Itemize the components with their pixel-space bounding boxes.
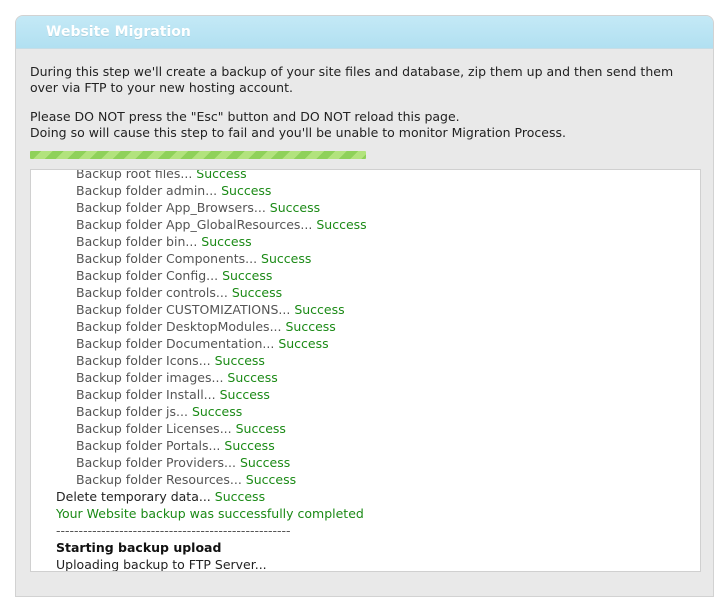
log-line: Delete temporary data... Success	[31, 488, 700, 505]
log-line-status: Success	[222, 268, 273, 283]
log-line-status: Success	[224, 438, 275, 453]
log-line-label: Backup folder DesktopModules...	[76, 319, 282, 334]
log-line: Backup folder controls... Success	[31, 284, 700, 301]
upload-status: Uploading backup to FTP Server...	[56, 557, 267, 572]
log-line: Backup folder App_Browsers... Success	[31, 199, 700, 216]
log-line: Backup root files... Success	[31, 169, 700, 182]
log-line-status: Success	[285, 319, 336, 334]
log-line-status: Success	[221, 183, 272, 198]
log-line-label: Backup folder Documentation...	[76, 336, 275, 351]
log-line: Backup folder Install... Success	[31, 386, 700, 403]
intro-text: During this step we'll create a backup o…	[30, 64, 700, 154]
log-line: Backup folder js... Success	[31, 403, 700, 420]
log-line-status: Success	[245, 472, 297, 487]
warning-line: Doing so will cause this step to fail an…	[30, 125, 566, 140]
log-line-label: Backup folder admin...	[76, 183, 218, 198]
log-line-label: Delete temporary data...	[56, 489, 211, 504]
log-line-status: Success	[316, 217, 367, 232]
log-line-label: Backup folder images...	[76, 370, 224, 385]
log-line-label: Backup folder js...	[76, 404, 188, 419]
log-line-status: Success	[214, 353, 265, 368]
log-line: Backup folder Icons... Success	[31, 352, 700, 369]
log-line-label: Backup folder bin...	[76, 234, 198, 249]
log-line: Backup folder Licenses... Success	[31, 420, 700, 437]
panel-header: Website Migration	[16, 16, 713, 49]
log-line: Backup folder Portals... Success	[31, 437, 700, 454]
log-line-label: Backup folder Providers...	[76, 455, 236, 470]
log-line-status: Success	[214, 489, 266, 504]
log-line-status: Success	[239, 455, 291, 470]
log-line: Backup folder Components... Success	[31, 250, 700, 267]
log-line: Backup folder Config... Success	[31, 267, 700, 284]
log-line-status: Success	[219, 387, 270, 402]
migration-panel: Website Migration During this step we'll…	[15, 15, 714, 597]
log-line-label: Backup folder Components...	[76, 251, 258, 266]
log-line-label: Backup folder App_Browsers...	[76, 200, 266, 215]
warning-line: Please DO NOT press the "Esc" button and…	[30, 109, 460, 124]
log-line-label: Backup root files...	[76, 169, 193, 181]
log-line-label: Backup folder Icons...	[76, 353, 211, 368]
log-line-label: Backup folder CUSTOMIZATIONS...	[76, 302, 291, 317]
migration-log[interactable]: Backup root files... Success Backup folde…	[30, 169, 701, 572]
log-line: Backup folder Resources... Success	[31, 471, 700, 488]
log-line-label: Backup folder Portals...	[76, 438, 221, 453]
log-line-status: Success	[201, 234, 252, 249]
log-line-label: Backup folder controls...	[76, 285, 228, 300]
log-line-label: Backup folder Resources...	[76, 472, 242, 487]
log-line-status: Success	[278, 336, 329, 351]
log-line: Backup folder admin... Success	[31, 182, 700, 199]
log-line-label: Backup folder Install...	[76, 387, 216, 402]
log-line-status: Success	[294, 302, 345, 317]
log-line: Backup folder Documentation... Success	[31, 335, 700, 352]
log-line-status: Success	[261, 251, 312, 266]
log-line-status: Success	[196, 169, 247, 181]
log-line: Backup folder Providers... Success	[31, 454, 700, 471]
log-line-label: Backup folder App_GlobalResources...	[76, 217, 313, 232]
log-line: Backup folder bin... Success	[31, 233, 700, 250]
log-line-status: Success	[227, 370, 278, 385]
backup-completed-message: Your Website backup was successfully com…	[56, 506, 364, 521]
log-separator: ----------------------------------------…	[56, 523, 291, 538]
log-line-status: Success	[235, 421, 286, 436]
log-line-status: Success	[269, 200, 321, 215]
log-line: Backup folder images... Success	[31, 369, 700, 386]
log-line: Backup folder CUSTOMIZATIONS... Success	[31, 301, 700, 318]
log-line-label: Backup folder Licenses...	[76, 421, 232, 436]
panel-title: Website Migration	[46, 24, 191, 40]
log-line: Backup folder App_GlobalResources... Suc…	[31, 216, 700, 233]
log-line-status: Success	[191, 404, 243, 419]
upload-heading: Starting backup upload	[56, 540, 222, 555]
log-line: Backup folder DesktopModules... Success	[31, 318, 700, 335]
intro-paragraph: During this step we'll create a backup o…	[30, 64, 674, 95]
log-line-status: Success	[231, 285, 283, 300]
log-line-label: Backup folder Config...	[76, 268, 219, 283]
progress-bar	[30, 151, 366, 159]
